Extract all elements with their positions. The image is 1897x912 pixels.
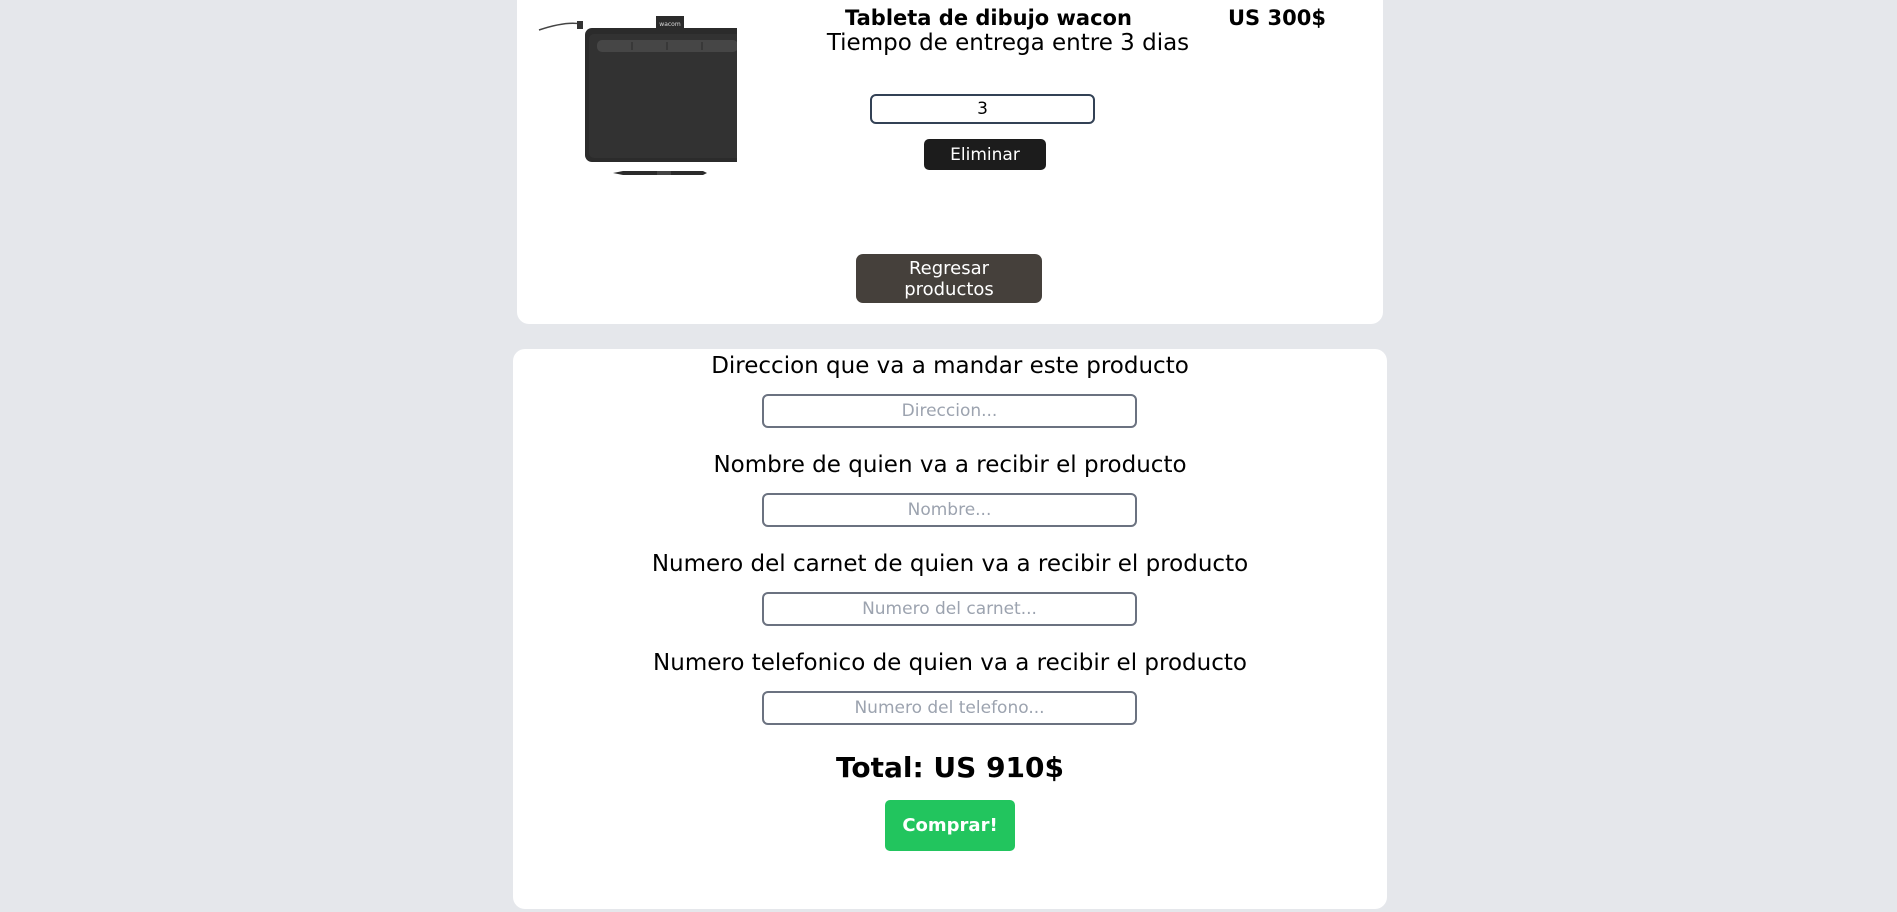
- recipient-name-input[interactable]: [762, 493, 1137, 527]
- address-input[interactable]: [762, 394, 1137, 428]
- delivery-time: Tiempo de entrega entre 3 dias: [826, 30, 1190, 56]
- phone-label: Numero telefonico de quien va a recibir …: [653, 650, 1247, 676]
- address-label: Direccion que va a mandar este producto: [711, 353, 1189, 379]
- checkout-form: Direccion que va a mandar este producto …: [513, 349, 1387, 909]
- id-card-input[interactable]: [762, 592, 1137, 626]
- id-card-label: Numero del carnet de quien va a recibir …: [651, 551, 1249, 577]
- order-total: Total: US 910$: [835, 751, 1065, 784]
- phone-input[interactable]: [762, 691, 1137, 725]
- brand-logo-text: wacom: [659, 21, 681, 28]
- delete-button[interactable]: Eliminar: [924, 139, 1046, 170]
- back-to-products-button[interactable]: Regresar productos: [856, 254, 1042, 303]
- cart-card: wacom Tableta de dibujo wacon US 300$ Ti…: [517, 0, 1383, 324]
- buy-button[interactable]: Comprar!: [885, 800, 1015, 851]
- product-name: Tableta de dibujo wacon: [845, 6, 1132, 30]
- product-image: wacom: [537, 16, 750, 186]
- quantity-input[interactable]: [870, 94, 1095, 124]
- product-price: US 300$: [1228, 6, 1326, 30]
- recipient-name-label: Nombre de quien va a recibir el producto: [713, 452, 1187, 478]
